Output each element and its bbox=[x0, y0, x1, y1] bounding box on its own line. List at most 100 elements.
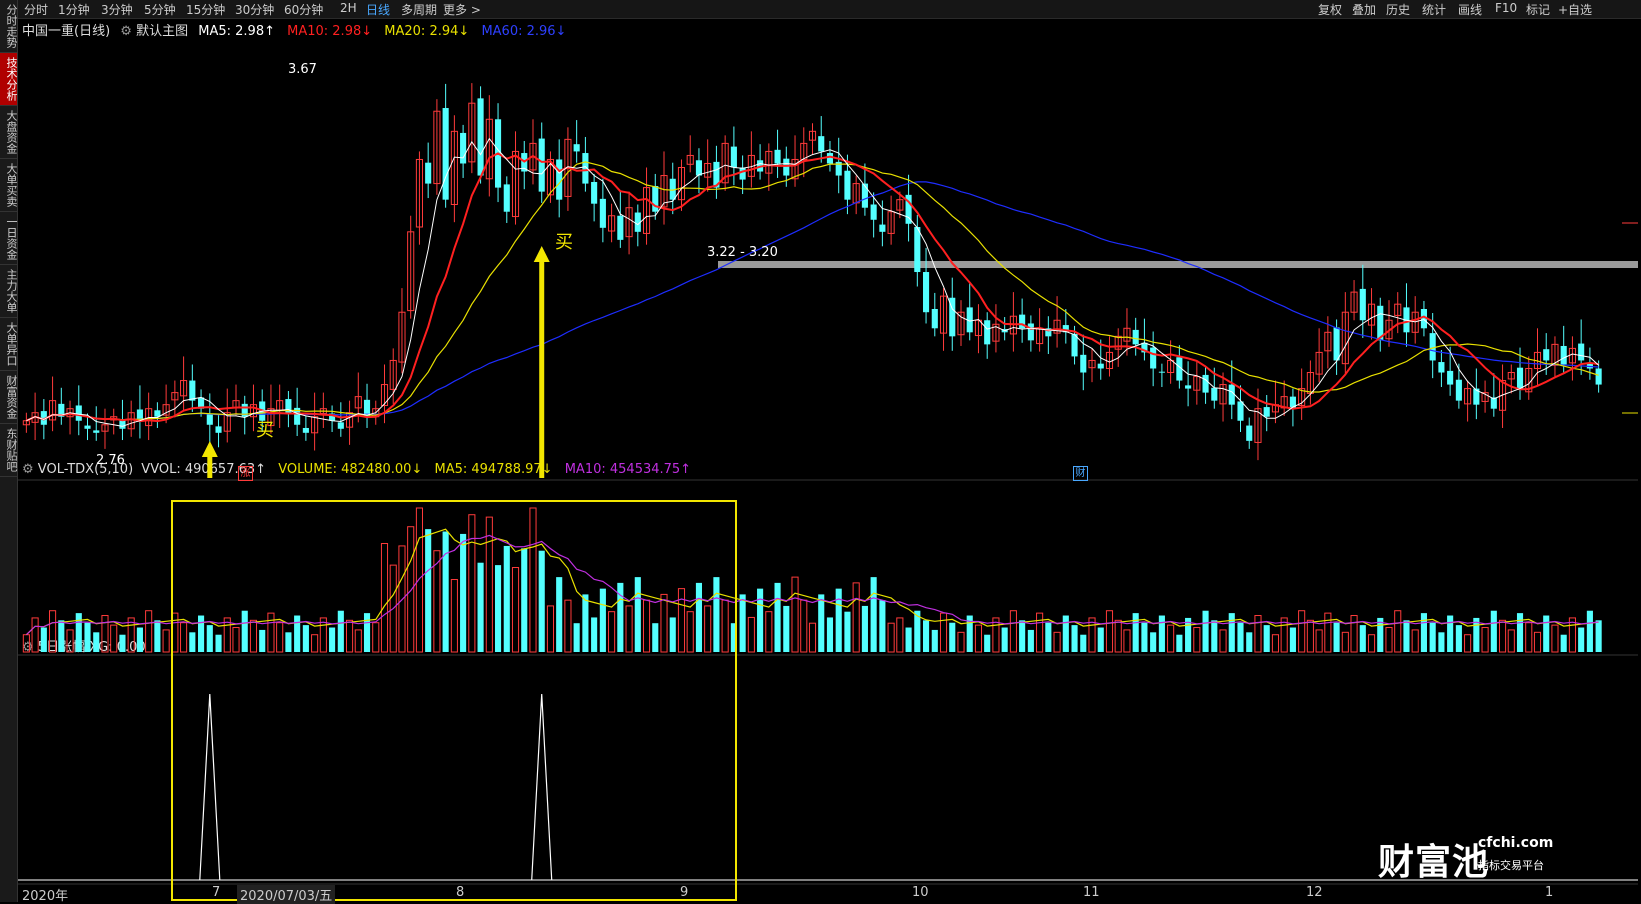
volume-bar-down bbox=[1490, 610, 1497, 652]
stats-button[interactable]: 统计 bbox=[1422, 1, 1446, 18]
volume-bar-up bbox=[1551, 624, 1559, 653]
volume-bar-down bbox=[154, 620, 161, 652]
sidebar-item-technical[interactable]: 技术分析 bbox=[0, 53, 18, 106]
buy-signal-1: 买 bbox=[256, 420, 274, 441]
tab-2h[interactable]: 2H bbox=[340, 1, 357, 15]
volume-bar-down bbox=[1045, 622, 1052, 652]
candle-down bbox=[984, 320, 991, 345]
candle-down bbox=[617, 215, 624, 240]
volume-bar-down bbox=[1141, 622, 1148, 652]
fuquan-button[interactable]: 复权 bbox=[1318, 1, 1342, 18]
overlay-button[interactable]: 叠加 bbox=[1352, 1, 1376, 18]
resistance-band bbox=[718, 261, 1638, 268]
sidebar-item-market-funds[interactable]: 大盘资金 bbox=[0, 106, 18, 159]
sidebar-item-forum[interactable]: 东财贴吧 bbox=[0, 424, 18, 477]
x-axis-label-jul: 7 bbox=[212, 885, 221, 900]
candle-down bbox=[1246, 425, 1253, 441]
volume-bar-up bbox=[1219, 629, 1227, 653]
candle-down bbox=[695, 160, 703, 176]
volume-bar-up bbox=[1315, 629, 1323, 653]
tab-1min[interactable]: 1分钟 bbox=[58, 1, 90, 18]
volume-bar-down bbox=[1132, 613, 1139, 652]
zhang-badge[interactable]: 涨 bbox=[238, 466, 253, 481]
candle-down bbox=[425, 162, 432, 184]
tab-5min[interactable]: 5分钟 bbox=[144, 1, 176, 18]
add-watchlist-button[interactable]: +自选 bbox=[1558, 1, 1592, 18]
tab-15min[interactable]: 15分钟 bbox=[186, 1, 225, 18]
volume-bar-up bbox=[22, 634, 30, 653]
tab-3min[interactable]: 3分钟 bbox=[101, 1, 133, 18]
candle-down bbox=[1455, 379, 1462, 401]
volume-bar-up bbox=[66, 629, 74, 653]
volume-bar-down bbox=[861, 605, 868, 652]
volume-bar-down bbox=[1176, 634, 1183, 652]
volume-bar-down bbox=[1237, 622, 1244, 652]
f10-button[interactable]: F10 bbox=[1495, 1, 1517, 15]
watermark-site: cfchi.com bbox=[1478, 835, 1554, 851]
candle-down bbox=[730, 146, 737, 168]
volume-bar-down bbox=[826, 617, 834, 652]
period-toolbar: 分时 1分钟 3分钟 5分钟 15分钟 30分钟 60分钟 2H 日线 多周期 … bbox=[18, 0, 1641, 19]
candle-down bbox=[1211, 387, 1218, 401]
volume-bar-up bbox=[896, 617, 904, 653]
tab-60min[interactable]: 60分钟 bbox=[284, 1, 323, 18]
volume-bar-up bbox=[1350, 615, 1358, 653]
volume-bar-down bbox=[1001, 627, 1008, 652]
volume-bar-up bbox=[1394, 610, 1402, 653]
sidebar-item-daily-funds[interactable]: 一日资金 bbox=[0, 212, 18, 265]
candle-down bbox=[189, 380, 196, 401]
tab-more[interactable]: 更多 > bbox=[443, 1, 481, 18]
candle-down bbox=[1516, 367, 1524, 389]
candle-down bbox=[337, 422, 344, 429]
sidebar-item-wealth-funds[interactable]: 财富资金 bbox=[0, 371, 18, 424]
tab-multi-period[interactable]: 多周期 bbox=[401, 1, 437, 18]
candle-down bbox=[1447, 370, 1454, 385]
volume-bar-down bbox=[984, 634, 991, 652]
history-button[interactable]: 历史 bbox=[1386, 1, 1410, 18]
buy-arrow-head bbox=[201, 441, 218, 457]
volume-bar-down bbox=[1202, 610, 1209, 652]
mark-button[interactable]: 标记 bbox=[1526, 1, 1550, 18]
volume-bar-up bbox=[1464, 634, 1472, 653]
volume-bar-down bbox=[1228, 613, 1235, 652]
volume-bar-up bbox=[1385, 627, 1393, 653]
volume-bar-up bbox=[31, 617, 39, 653]
candle-down bbox=[1429, 333, 1436, 361]
tab-daily[interactable]: 日线 bbox=[366, 1, 390, 18]
volume-bar-up bbox=[1411, 629, 1419, 653]
candle-down bbox=[861, 183, 868, 208]
candle-down bbox=[1158, 371, 1165, 373]
volume-bar-up bbox=[1114, 619, 1122, 653]
volume-bar-down bbox=[1516, 613, 1524, 652]
candle-down bbox=[1202, 374, 1209, 393]
candle-down bbox=[652, 186, 659, 212]
candle-down bbox=[1359, 288, 1366, 321]
watermark-text: 财富池 bbox=[1378, 842, 1490, 883]
x-axis-label-jan: 1 bbox=[1545, 885, 1554, 900]
volume-bar-up bbox=[1123, 629, 1131, 653]
cai-badge[interactable]: 财 bbox=[1073, 466, 1088, 481]
candle-down bbox=[1578, 343, 1585, 361]
sidebar-item-timeshare[interactable]: 分时走势 bbox=[0, 0, 18, 53]
volume-bar-up bbox=[1324, 612, 1332, 653]
candle-down bbox=[870, 204, 877, 220]
volume-bar-down bbox=[949, 622, 956, 652]
volume-bar-down bbox=[1211, 620, 1218, 652]
volume-bar-up bbox=[145, 610, 153, 653]
candle-down bbox=[818, 136, 825, 152]
x-axis-year: 2020年 bbox=[22, 889, 69, 904]
sidebar-item-main-force[interactable]: 主力大单 bbox=[0, 265, 18, 318]
tab-timeshare[interactable]: 分时 bbox=[24, 1, 48, 18]
sidebar-item-big-abnormal[interactable]: 大单异口 bbox=[0, 318, 18, 371]
tab-30min[interactable]: 30分钟 bbox=[235, 1, 274, 18]
volume-bar-down bbox=[1595, 620, 1602, 652]
volume-bar-up bbox=[1525, 622, 1533, 653]
candle-down bbox=[844, 170, 851, 200]
volume-bar-down bbox=[1097, 627, 1104, 652]
sidebar-item-big-orders[interactable]: 大单买卖 bbox=[0, 159, 18, 212]
candle-down bbox=[1595, 368, 1602, 385]
buy-arrow-head bbox=[533, 246, 550, 262]
candle-down bbox=[599, 198, 606, 228]
volume-bar-down bbox=[818, 594, 825, 652]
draw-button[interactable]: 画线 bbox=[1458, 1, 1482, 18]
